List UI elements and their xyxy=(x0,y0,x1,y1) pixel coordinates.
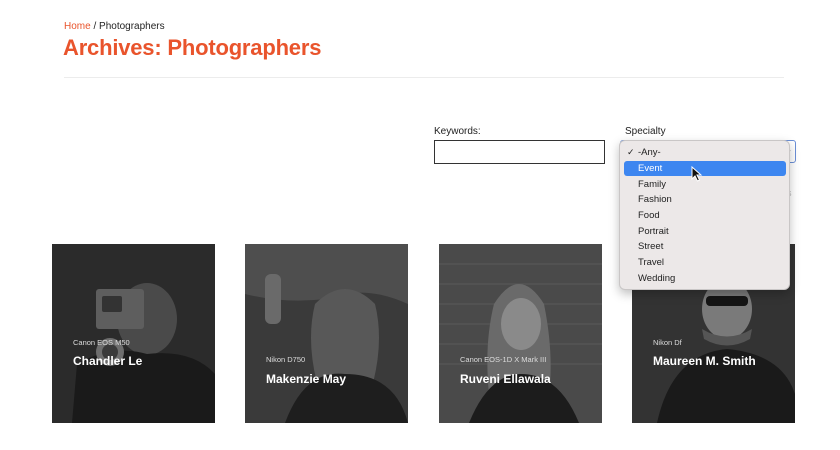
photographer-card[interactable]: Canon EOS-1D X Mark III Ruveni Ellawala xyxy=(439,244,602,423)
card-camera-label: Canon EOS-1D X Mark III xyxy=(460,355,547,364)
card-photographer-name[interactable]: Makenzie May xyxy=(266,372,346,387)
keywords-input[interactable] xyxy=(434,140,605,164)
photographer-photo xyxy=(52,244,215,423)
dropdown-option-street[interactable]: Street xyxy=(624,239,786,254)
dropdown-option-label: Food xyxy=(638,210,660,221)
breadcrumb-home-link[interactable]: Home xyxy=(64,21,91,32)
dropdown-option-travel[interactable]: Travel xyxy=(624,255,786,270)
breadcrumb: Home / Photographers xyxy=(64,21,165,33)
header-divider xyxy=(64,77,784,78)
dropdown-option-label: -Any- xyxy=(638,147,661,158)
specialty-label: Specialty xyxy=(625,126,666,137)
specialty-dropdown-menu: ✓ -Any- Event Family Fashion Food Portra… xyxy=(619,140,790,290)
page-title: Archives: Photographers xyxy=(63,35,322,60)
dropdown-option-label: Street xyxy=(638,241,664,252)
breadcrumb-current: Photographers xyxy=(99,21,165,32)
photographer-card[interactable]: Canon EOS M50 Chandler Le xyxy=(52,244,215,423)
dropdown-option-fashion[interactable]: Fashion xyxy=(624,192,786,207)
dropdown-option-portrait[interactable]: Portrait xyxy=(624,224,786,239)
card-camera-label: Nikon Df xyxy=(653,338,682,347)
dropdown-option-label: Travel xyxy=(638,257,665,268)
card-camera-label: Canon EOS M50 xyxy=(73,338,130,347)
dropdown-option-family[interactable]: Family xyxy=(624,177,786,192)
dropdown-option-wedding[interactable]: Wedding xyxy=(624,271,786,286)
card-photographer-name[interactable]: Chandler Le xyxy=(73,354,142,369)
dropdown-option-label: Portrait xyxy=(638,225,669,237)
card-camera-label: Nikon D750 xyxy=(266,355,306,364)
dropdown-option-label: Fashion xyxy=(638,194,672,205)
card-photographer-name[interactable]: Ruveni Ellawala xyxy=(460,372,551,387)
dropdown-option-label: Event xyxy=(638,163,663,174)
photographer-photo xyxy=(439,244,602,423)
photographer-card[interactable]: Nikon D750 Makenzie May xyxy=(245,244,408,423)
checkmark-icon: ✓ xyxy=(627,147,635,157)
dropdown-option-label: Wedding xyxy=(638,272,676,284)
dropdown-option-event[interactable]: Event xyxy=(624,161,786,176)
card-photographer-name[interactable]: Maureen M. Smith xyxy=(653,354,756,369)
photographer-photo xyxy=(245,244,408,423)
dropdown-option-any[interactable]: ✓ -Any- xyxy=(624,145,786,160)
dropdown-option-food[interactable]: Food xyxy=(624,208,786,223)
keywords-label: Keywords: xyxy=(434,126,481,137)
breadcrumb-separator: / xyxy=(93,21,97,32)
dropdown-option-label: Family xyxy=(638,178,666,190)
mouse-pointer-icon xyxy=(691,166,703,182)
